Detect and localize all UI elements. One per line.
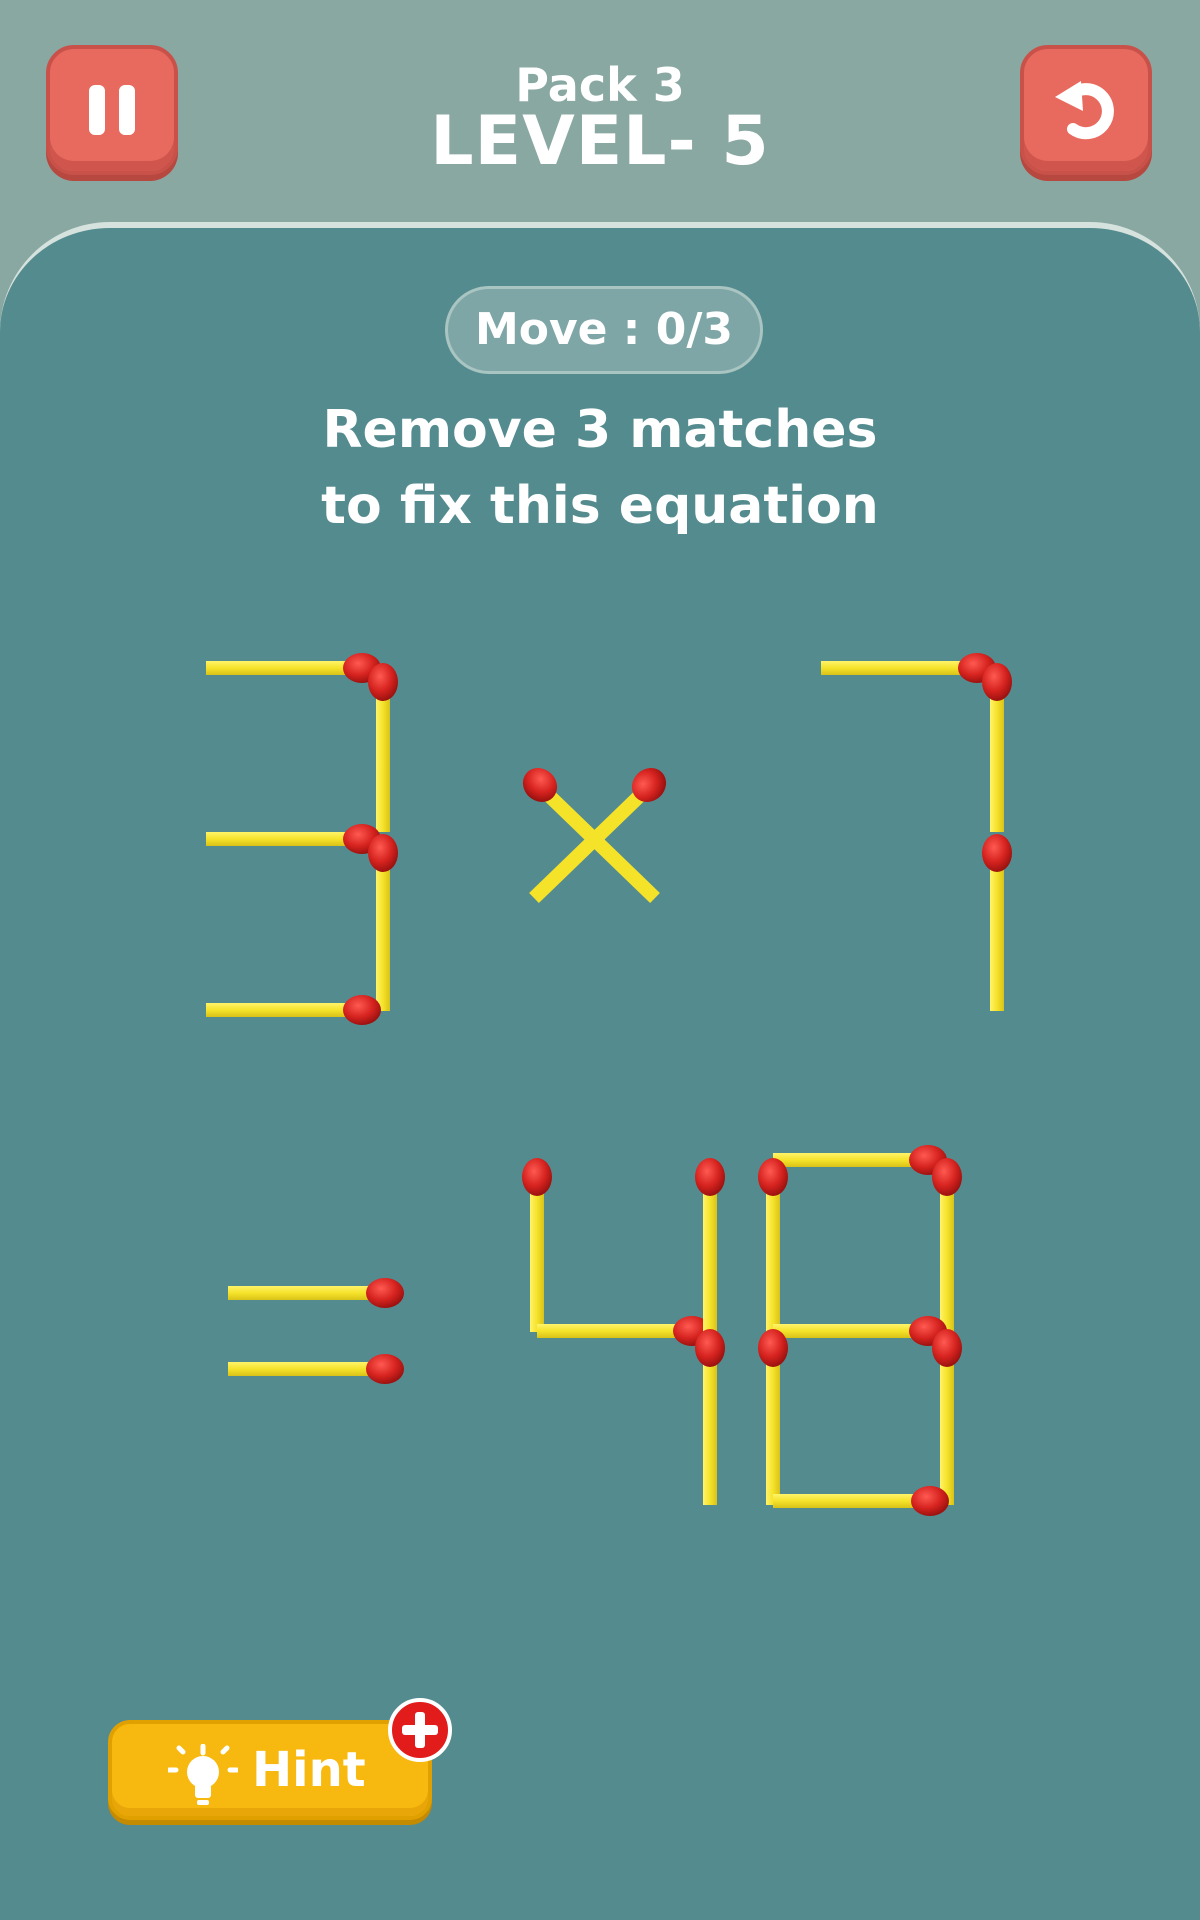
matchstick[interactable] bbox=[537, 1316, 711, 1346]
matchstick[interactable] bbox=[695, 1329, 725, 1505]
matchstick[interactable] bbox=[932, 1158, 962, 1332]
equals-operator bbox=[228, 1278, 404, 1384]
matchstick[interactable] bbox=[821, 653, 996, 683]
digit-four bbox=[522, 1158, 725, 1505]
matchstick[interactable] bbox=[206, 824, 381, 854]
digit-eight bbox=[758, 1145, 962, 1516]
matchstick[interactable] bbox=[982, 834, 1012, 1011]
hint-label: Hint bbox=[252, 1742, 366, 1798]
matchstick[interactable] bbox=[773, 1486, 949, 1516]
matchstick[interactable] bbox=[228, 1354, 404, 1384]
plus-icon[interactable] bbox=[388, 1698, 452, 1762]
hint-button[interactable]: Hint bbox=[108, 1720, 432, 1820]
matchstick[interactable] bbox=[758, 1158, 788, 1332]
digit-seven bbox=[821, 653, 1012, 1011]
matchstick[interactable] bbox=[982, 663, 1012, 832]
matchstick[interactable] bbox=[773, 1316, 947, 1346]
matchstick[interactable] bbox=[773, 1145, 947, 1175]
equation-puzzle bbox=[206, 653, 1012, 1516]
digit-three bbox=[206, 653, 398, 1025]
matchstick[interactable] bbox=[228, 1278, 404, 1308]
matchstick[interactable] bbox=[368, 663, 398, 832]
multiply-operator bbox=[522, 768, 667, 904]
matchstick[interactable] bbox=[206, 995, 381, 1025]
matchstick[interactable] bbox=[932, 1329, 962, 1505]
matchstick[interactable] bbox=[368, 834, 398, 1011]
matchstick[interactable] bbox=[206, 653, 381, 683]
matchstick[interactable] bbox=[522, 1158, 552, 1332]
matchstick[interactable] bbox=[758, 1329, 788, 1505]
matchstick[interactable] bbox=[695, 1158, 725, 1332]
lightbulb-icon bbox=[168, 1744, 238, 1805]
